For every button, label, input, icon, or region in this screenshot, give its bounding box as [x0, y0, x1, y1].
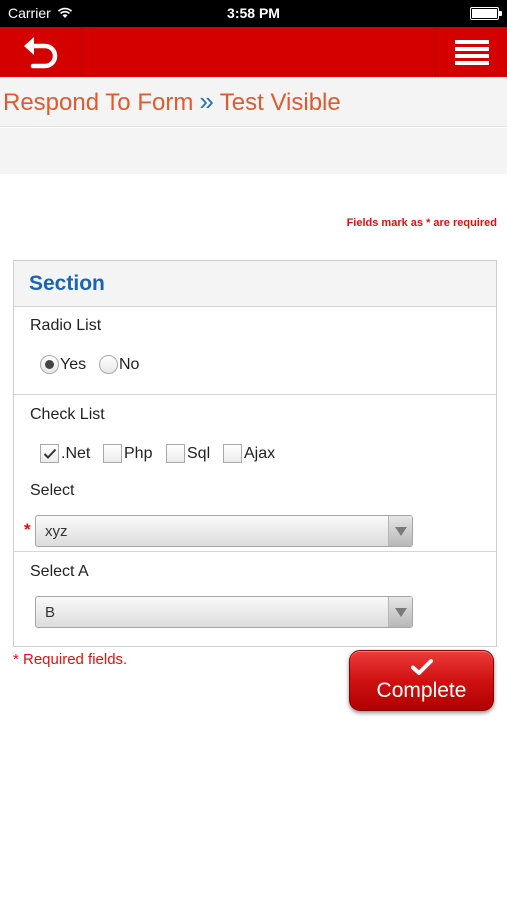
checkbox-option-label: .Net: [61, 444, 91, 462]
checkbox-option-label: Ajax: [244, 444, 276, 462]
status-bar: Carrier 3:58 PM: [0, 0, 507, 27]
checkbox-unchecked-icon[interactable]: [166, 444, 185, 463]
checkbox-option-label: Php: [124, 444, 153, 462]
section-header: Section: [14, 261, 496, 307]
radio-checked-icon[interactable]: [40, 355, 59, 374]
select-a-dropdown[interactable]: B: [35, 596, 413, 628]
checkbox-checked-icon[interactable]: [40, 444, 59, 463]
breadcrumb-current: Test Visible: [219, 88, 341, 116]
radio-option-no[interactable]: No: [99, 355, 139, 374]
section-title: Section: [29, 271, 105, 295]
app-header: [0, 27, 507, 77]
checkbox-option-sql[interactable]: Sql: [166, 444, 210, 463]
checkbox-option-ajax[interactable]: Ajax: [223, 444, 275, 463]
select-a-value: B: [45, 604, 56, 621]
complete-button-label: Complete: [376, 678, 467, 702]
complete-button[interactable]: Complete: [349, 650, 494, 711]
battery-icon: [470, 7, 502, 20]
hamburger-menu-icon: [454, 40, 489, 65]
required-fields-footer: * Required fields.: [13, 651, 128, 668]
radio-option-label: No: [119, 355, 140, 373]
radio-unchecked-icon[interactable]: [99, 355, 118, 374]
checkbox-option-php[interactable]: Php: [103, 444, 152, 463]
menu-button[interactable]: [435, 27, 507, 77]
checkbox-unchecked-icon[interactable]: [223, 444, 242, 463]
checkbox-unchecked-icon[interactable]: [103, 444, 122, 463]
checkbox-option-label: Sql: [187, 444, 211, 462]
clock: 3:58 PM: [227, 5, 280, 21]
dropdown-arrow-icon[interactable]: [388, 516, 412, 546]
radio-option-yes[interactable]: Yes: [40, 355, 86, 374]
dropdown-arrow-icon[interactable]: [388, 597, 412, 627]
back-arrow-icon: [23, 37, 57, 69]
breadcrumb: Respond To Form » Test Visible: [3, 86, 341, 118]
back-button[interactable]: [0, 27, 82, 77]
radio-option-label: Yes: [60, 355, 87, 373]
form-section: Section Radio List Yes No Check List .Ne…: [13, 260, 497, 647]
check-list-label: Check List: [30, 406, 105, 423]
sub-header-bar: [0, 128, 507, 174]
radio-list-label: Radio List: [30, 317, 102, 334]
divider: [14, 551, 496, 552]
breadcrumb-root[interactable]: Respond To Form: [3, 89, 193, 117]
title-bar: Respond To Form » Test Visible: [0, 77, 507, 127]
select-label: Select: [30, 482, 75, 499]
select-a-label: Select A: [30, 563, 89, 580]
select-dropdown[interactable]: xyz: [35, 515, 413, 547]
checkmark-icon: [410, 658, 433, 675]
breadcrumb-separator-icon: »: [199, 86, 214, 116]
required-asterisk: *: [24, 520, 31, 539]
select-value: xyz: [45, 523, 68, 540]
checkbox-option-net[interactable]: .Net: [40, 444, 90, 463]
required-fields-note: Fields mark as * are required: [346, 217, 497, 229]
divider: [14, 394, 496, 395]
